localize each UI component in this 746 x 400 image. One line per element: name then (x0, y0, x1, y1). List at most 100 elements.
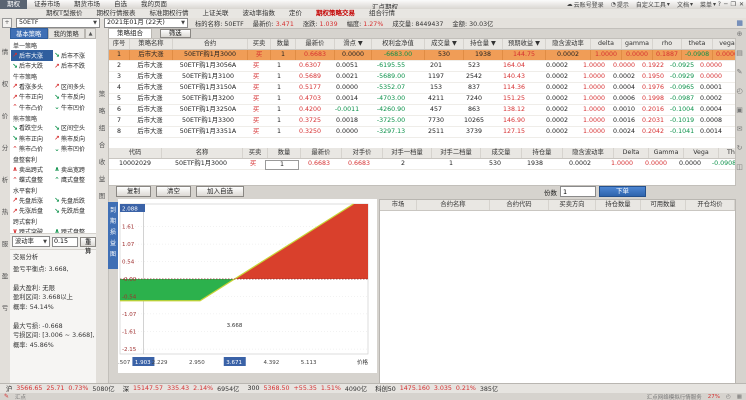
table-row[interactable]: 1后市大涨50ETF购1月3000买10.66830.0000-6683.005… (109, 50, 735, 61)
menu-item[interactable]: 期权T型报价 (40, 9, 88, 18)
add-watchlist-button[interactable]: 加入自选 (196, 186, 244, 197)
toolbar-icon[interactable]: ▤ (736, 49, 743, 57)
grid-icon: ▦ (737, 394, 742, 400)
rail-item[interactable]: 益 (99, 173, 106, 183)
quick-link[interactable]: ☁云账号登录 (567, 0, 604, 9)
sidebar-tab[interactable]: 我的策略 (48, 28, 86, 39)
rail-item[interactable]: 盈 (2, 270, 9, 280)
rail-item[interactable]: 析 (2, 174, 9, 184)
menu-item[interactable]: 标准期权行情 (143, 9, 194, 18)
strategy-item[interactable]: ↗先盘后涨 (11, 195, 53, 206)
toolbar-icon[interactable]: ◫ (736, 163, 743, 171)
table-row[interactable]: 5后市大涨50ETF购1月3200买10.47030.0014-4703.004… (109, 94, 735, 105)
top-tab[interactable]: 期权 (0, 0, 27, 9)
strategy-item[interactable]: ⌃鹰式盘整 (53, 175, 95, 186)
strategy-item[interactable]: ↗看涨多头 (11, 81, 53, 92)
strategy-item[interactable]: ↘后市大跌 (11, 61, 53, 72)
strategy-item[interactable]: ↘牛市反向 (53, 92, 95, 103)
window-control-icon[interactable]: ─ (724, 1, 728, 8)
quick-link[interactable]: 文档▾ (677, 0, 693, 9)
table-row[interactable]: 4后市大涨50ETF购1月3150A买10.51770.0000-5352.07… (109, 83, 735, 94)
rail-item[interactable]: 权 (2, 78, 9, 88)
rail-item[interactable]: 热 (2, 206, 9, 216)
rail-item[interactable]: 略 (99, 105, 106, 115)
menu-item[interactable]: 上证关联 (196, 9, 234, 18)
toolbar-icon[interactable]: ◴ (736, 87, 742, 95)
quick-link[interactable]: ◔提示 (611, 0, 629, 9)
strategy-item[interactable]: ↗先涨后盘 (11, 206, 53, 217)
strategy-item[interactable]: ↗熊市反向 (53, 133, 95, 144)
table-row[interactable]: 7后市大涨50ETF购1月3300买10.37250.0018-3725.007… (109, 116, 735, 127)
strategy-item[interactable]: ↘先盘后跌 (53, 195, 95, 206)
strategy-item[interactable]: ↘看跌空头 (11, 123, 53, 134)
volatility-input[interactable] (52, 237, 78, 247)
strategy-item[interactable]: ∧卖出宽跨 (53, 164, 95, 175)
rail-item[interactable]: 合 (99, 139, 106, 149)
strategy-item[interactable]: ↗后市大涨 (11, 50, 53, 61)
rail-item[interactable]: 价 (2, 110, 9, 120)
table-row[interactable]: 6后市大涨50ETF购1月3250A买10.4200-0.0011-4260.9… (109, 105, 735, 116)
table-row[interactable]: 8后市大涨50ETF购1月3351A买10.32500.0000-3297.13… (109, 127, 735, 138)
strategy-item[interactable]: ↗区间多头 (53, 81, 95, 92)
quick-link[interactable]: 菜单▾ (700, 0, 716, 9)
month-select[interactable]: 2021年01月 (22天) ▼ (104, 18, 188, 28)
window-control-icon[interactable]: ✕ (739, 1, 744, 8)
table-row[interactable]: 2后市大涨50ETF购1月3056A买10.63070.0051-6195.55… (109, 61, 735, 72)
strategy-item[interactable]: ↘后市不涨 (53, 50, 95, 61)
underlying-select[interactable]: 50ETF ▼ (16, 18, 100, 28)
recalc-button[interactable]: 重算 (80, 237, 96, 247)
strategy-item[interactable]: ⌃蝶式盘整 (11, 175, 53, 186)
menu-item[interactable]: 期权行情报表 (90, 9, 141, 18)
lot-quantity-input[interactable] (560, 186, 596, 197)
table-row[interactable]: 3后市大涨50ETF购1月3100买10.56890.0021-5689.001… (109, 72, 735, 83)
rail-item[interactable]: 情 (2, 46, 9, 56)
window-control-icon[interactable]: ? (718, 1, 721, 8)
strategy-item[interactable]: ∧跨式盘整 (53, 226, 95, 233)
rail-item[interactable]: 收 (99, 156, 106, 166)
panel-icon[interactable]: ▦ (736, 19, 743, 27)
tab-strategy-combo[interactable]: 策略组合 (108, 28, 152, 38)
sidebar-tab[interactable]: 基本策略 (10, 28, 48, 39)
menu-item[interactable]: 期权策略交易 (310, 9, 361, 18)
toolbar-icon[interactable]: ▣ (736, 106, 743, 114)
volatility-select[interactable]: 波动率 ▼ (12, 236, 50, 247)
menu-item[interactable]: 定价 (283, 9, 308, 18)
rail-item[interactable]: 亏 (2, 302, 9, 312)
top-tab[interactable]: 我的页面 (134, 0, 174, 9)
add-icon[interactable]: + (2, 18, 12, 28)
table-row[interactable]: 1000202950ETF购1月3000买10.66830.6683215301… (109, 159, 735, 170)
strategy-item[interactable]: ↘先跌后盘 (53, 206, 95, 217)
strategy-item[interactable]: ⌃牛市凸价 (11, 102, 53, 113)
filter-button[interactable]: 筛选 (160, 29, 191, 38)
strategy-item[interactable]: ↘熊市正向 (11, 133, 53, 144)
top-tab[interactable]: 自选 (107, 0, 134, 9)
strategy-item[interactable]: ⌄牛市凹价 (53, 102, 95, 113)
place-order-button[interactable]: 下单 (599, 186, 646, 197)
window-control-icon[interactable]: ❐ (731, 1, 736, 8)
toolbar-icon[interactable]: ⊕ (737, 30, 743, 38)
top-tab[interactable]: 证券市场 (27, 0, 67, 9)
rail-item[interactable]: 分 (2, 142, 9, 152)
top-tab[interactable]: 期货市场 (67, 0, 107, 9)
clear-button[interactable]: 清空 (156, 186, 191, 197)
strategy-item[interactable]: ∨跨式突破 (11, 226, 53, 233)
strategy-item[interactable]: ↘区间空头 (53, 123, 95, 134)
toolbar-icon[interactable]: ↻ (737, 144, 743, 152)
copy-button[interactable]: 复制 (116, 186, 151, 197)
toolbar-icon[interactable]: ✉ (737, 125, 743, 133)
toolbar-icon[interactable]: ✎ (737, 68, 743, 76)
strategy-item[interactable]: ⌄熊市凹价 (53, 144, 95, 155)
rail-item[interactable]: 服 (2, 238, 9, 248)
strategy-item[interactable]: ⌃熊市凸价 (11, 144, 53, 155)
scroll-up-icon[interactable]: ▲ (85, 28, 96, 39)
rail-item[interactable]: 策 (99, 88, 106, 98)
strategy-item[interactable]: ↗后市不跌 (53, 61, 95, 72)
tab-expiry-payoff-chart[interactable]: 到期损益图 (108, 202, 118, 269)
rail-item[interactable]: 图 (99, 190, 106, 200)
menu-item[interactable]: 组合行情 (363, 9, 401, 18)
quick-link[interactable]: 自定义工具▾ (636, 0, 670, 9)
rail-item[interactable]: 组 (99, 122, 106, 132)
strategy-item[interactable]: ↗牛市正向 (11, 92, 53, 103)
menu-item[interactable]: 波动率指数 (236, 9, 281, 18)
strategy-item[interactable]: ∧卖出跨式 (11, 164, 53, 175)
